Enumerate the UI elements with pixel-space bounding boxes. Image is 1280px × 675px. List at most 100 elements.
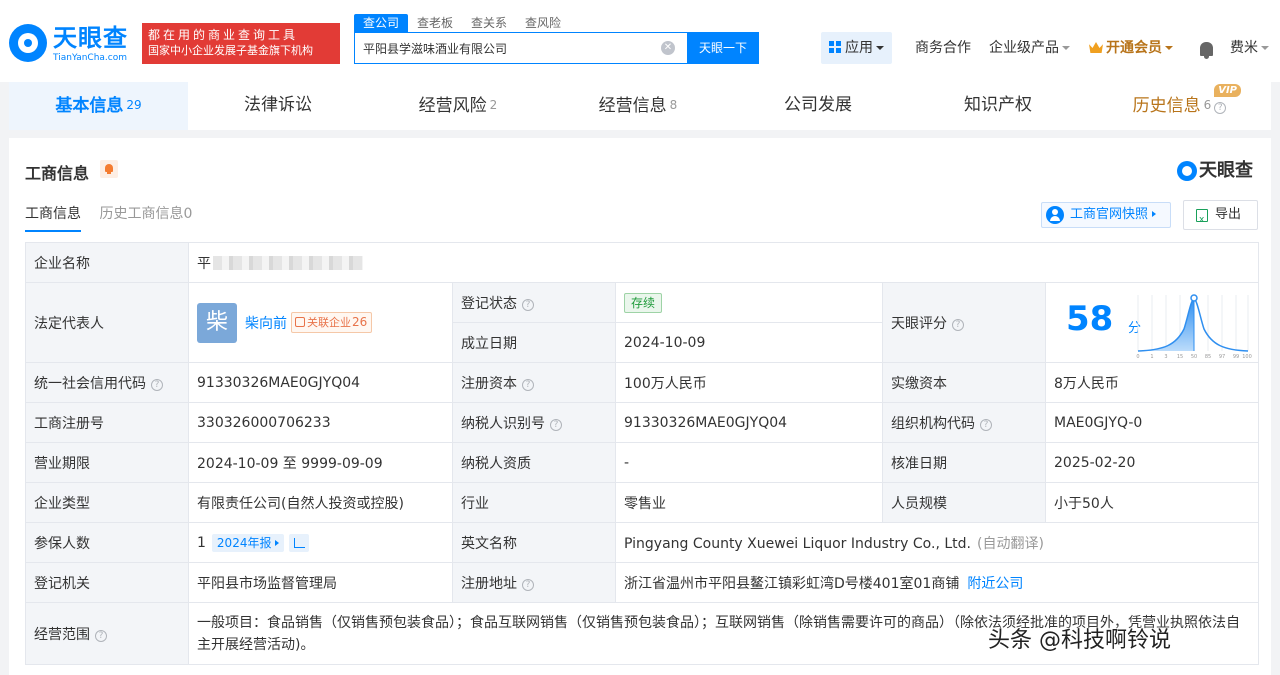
scope-label-text: 经营范围 [34, 626, 90, 643]
search-type-tabs: 查公司 查老板 查关系 查风险 [354, 14, 570, 32]
search-tab-company[interactable]: 查公司 [354, 14, 409, 32]
vip-badge: VIP [1214, 84, 1241, 97]
slogan-banner[interactable]: 都在用的商业查询工具 国家中小企业发展子基金旗下机构 [142, 23, 340, 64]
reg-status-value: 存续 [615, 282, 883, 323]
tab-label: 基本信息 [55, 96, 124, 116]
notification-bell-icon[interactable] [1200, 42, 1213, 59]
redacted-mask [213, 255, 363, 270]
paid-capital-label: 实缴资本 [882, 362, 1046, 403]
help-icon[interactable]: ? [1214, 102, 1227, 114]
help-icon[interactable]: ? [522, 378, 534, 391]
status-badge: 存续 [624, 292, 663, 313]
avatar[interactable]: 柴 [197, 302, 237, 343]
brand-text: 天眼查 [1199, 160, 1253, 181]
search-tab-boss[interactable]: 查老板 [408, 14, 462, 32]
related-companies-tag[interactable]: 关联企业26 [291, 312, 373, 333]
business-cooperation-link[interactable]: 商务合作 [915, 32, 971, 64]
eye-logo-icon [9, 24, 47, 62]
approve-date-value: 2025-02-20 [1044, 442, 1260, 483]
help-icon[interactable]: ? [151, 378, 163, 391]
credit-code-label: 统一社会信用代码? [25, 362, 189, 403]
nearby-companies-link[interactable]: 附近公司 [967, 576, 1023, 592]
table-row: 统一社会信用代码? 91330326MAE0GJYQ04 注册资本? 100万人… [25, 362, 1260, 403]
axis-tick: 99 [1233, 354, 1239, 360]
slogan-line2: 国家中小企业发展子基金旗下机构 [148, 44, 313, 57]
tab-label: 经营风险 [418, 96, 487, 116]
tax-id-label: 纳税人识别号? [452, 402, 616, 443]
search-button[interactable]: 天眼一下 [687, 32, 759, 64]
axis-tick: 97 [1219, 354, 1225, 360]
help-icon[interactable]: ? [980, 418, 992, 431]
company-name-label: 企业名称 [25, 242, 189, 283]
tab-label: 法律诉讼 [244, 95, 312, 115]
official-snapshot-button[interactable]: 工商官网快照 [1041, 202, 1171, 228]
insured-value: 1 2024年报 [188, 522, 453, 563]
person-icon [1046, 206, 1064, 224]
tab-business-risk[interactable]: 经营风险 2 [368, 82, 548, 130]
tab-basic-info[interactable]: 基本信息 29 [9, 82, 188, 130]
authority-value: 平阳县市场监督管理局 [188, 562, 453, 603]
open-vip-menu[interactable]: 开通会员 [1089, 32, 1173, 64]
main-tabs: 基本信息 29 法律诉讼 经营风险 2 经营信息 8 公司发展 知识产权 历史信息 6?… [9, 82, 1271, 130]
tab-label: 历史信息 [1132, 96, 1201, 116]
legal-rep-name-link[interactable]: 柴向前 [245, 316, 287, 332]
annual-report-tag[interactable]: 2024年报 [211, 533, 285, 552]
subtab-history-business-info[interactable]: 历史工商信息0 [99, 204, 192, 232]
chevron-down-icon [1261, 46, 1269, 50]
axis-tick: 0 [1136, 354, 1139, 360]
table-row: 参保人数 1 2024年报 英文名称 Pingyang County Xuewei… [25, 522, 1260, 563]
clear-icon[interactable]: ✕ [661, 41, 675, 55]
tab-label: 公司发展 [784, 95, 852, 115]
help-icon[interactable]: ? [550, 418, 562, 431]
score-value[interactable]: 58 分 0 1 3 15 50 85 97 99 100 [1044, 282, 1260, 363]
chevron-right-icon [1152, 211, 1157, 217]
company-name-visible: 平 [197, 255, 211, 272]
help-icon[interactable]: ? [95, 629, 107, 642]
staff-label: 人员规模 [882, 482, 1046, 523]
org-code-label: 组织机构代码? [882, 402, 1046, 443]
tab-count: 8 [669, 98, 678, 112]
tab-legal-litigation[interactable]: 法律诉讼 [188, 82, 368, 130]
tianyancha-logo[interactable]: 天眼查 TianYanCha.com [9, 24, 135, 64]
score-label-text: 天眼评分 [891, 315, 947, 332]
enterprise-products-menu[interactable]: 企业级产品 [989, 32, 1070, 64]
tab-history-info[interactable]: 历史信息 6? VIP [1088, 82, 1271, 130]
tab-company-development[interactable]: 公司发展 [728, 82, 908, 130]
subscribe-bell-icon[interactable] [100, 160, 118, 178]
term-label: 营业期限 [25, 442, 189, 483]
help-icon[interactable]: ? [952, 318, 964, 331]
table-row: 登记机关 平阳县市场监督管理局 注册地址? 浙江省温州市平阳县鳌江镇彩虹湾D号楼… [25, 562, 1260, 603]
chart-axis: 0 1 3 15 50 85 97 99 100 [1136, 354, 1251, 360]
company-name-value: 平 [187, 242, 1260, 283]
credit-code-label-text: 统一社会信用代码 [34, 375, 146, 392]
section-title: 工商信息 [25, 164, 90, 183]
tab-business-info[interactable]: 经营信息 8 [548, 82, 728, 130]
tax-qual-value: - [615, 442, 883, 483]
search-tab-relation[interactable]: 查关系 [462, 14, 516, 32]
search-tab-risk[interactable]: 查风险 [516, 14, 570, 32]
approve-date-label: 核准日期 [882, 442, 1046, 483]
reg-status-label: 登记状态? [452, 282, 616, 323]
subtab-business-info[interactable]: 工商信息 [25, 204, 81, 232]
reg-capital-label: 注册资本? [452, 362, 616, 403]
apps-menu[interactable]: 应用 [821, 32, 892, 64]
search-input[interactable] [355, 33, 645, 63]
table-row: 工商注册号 330326000706233 纳税人识别号? 91330326MA… [25, 402, 1260, 443]
insured-count: 1 [197, 534, 206, 551]
paid-capital-value: 8万人民币 [1044, 362, 1260, 403]
score-distribution-chart: 0 1 3 15 50 85 97 99 100 [1136, 294, 1252, 360]
chart-icon[interactable] [289, 533, 310, 552]
score-marker [1190, 294, 1198, 302]
excel-icon [1196, 206, 1208, 234]
axis-tick: 1 [1150, 354, 1153, 360]
help-icon[interactable]: ? [522, 578, 534, 591]
tab-count: 6 [1203, 98, 1212, 112]
export-label: 导出 [1215, 207, 1242, 222]
tab-intellectual-property[interactable]: 知识产权 [908, 82, 1088, 130]
apps-menu-label: 应用 [845, 40, 873, 56]
help-icon[interactable]: ? [522, 298, 534, 311]
relation-icon [295, 317, 305, 327]
user-menu[interactable]: 费米 [1230, 32, 1269, 64]
logo-domain: TianYanCha.com [53, 53, 128, 63]
export-button[interactable]: 导出 [1183, 200, 1258, 234]
